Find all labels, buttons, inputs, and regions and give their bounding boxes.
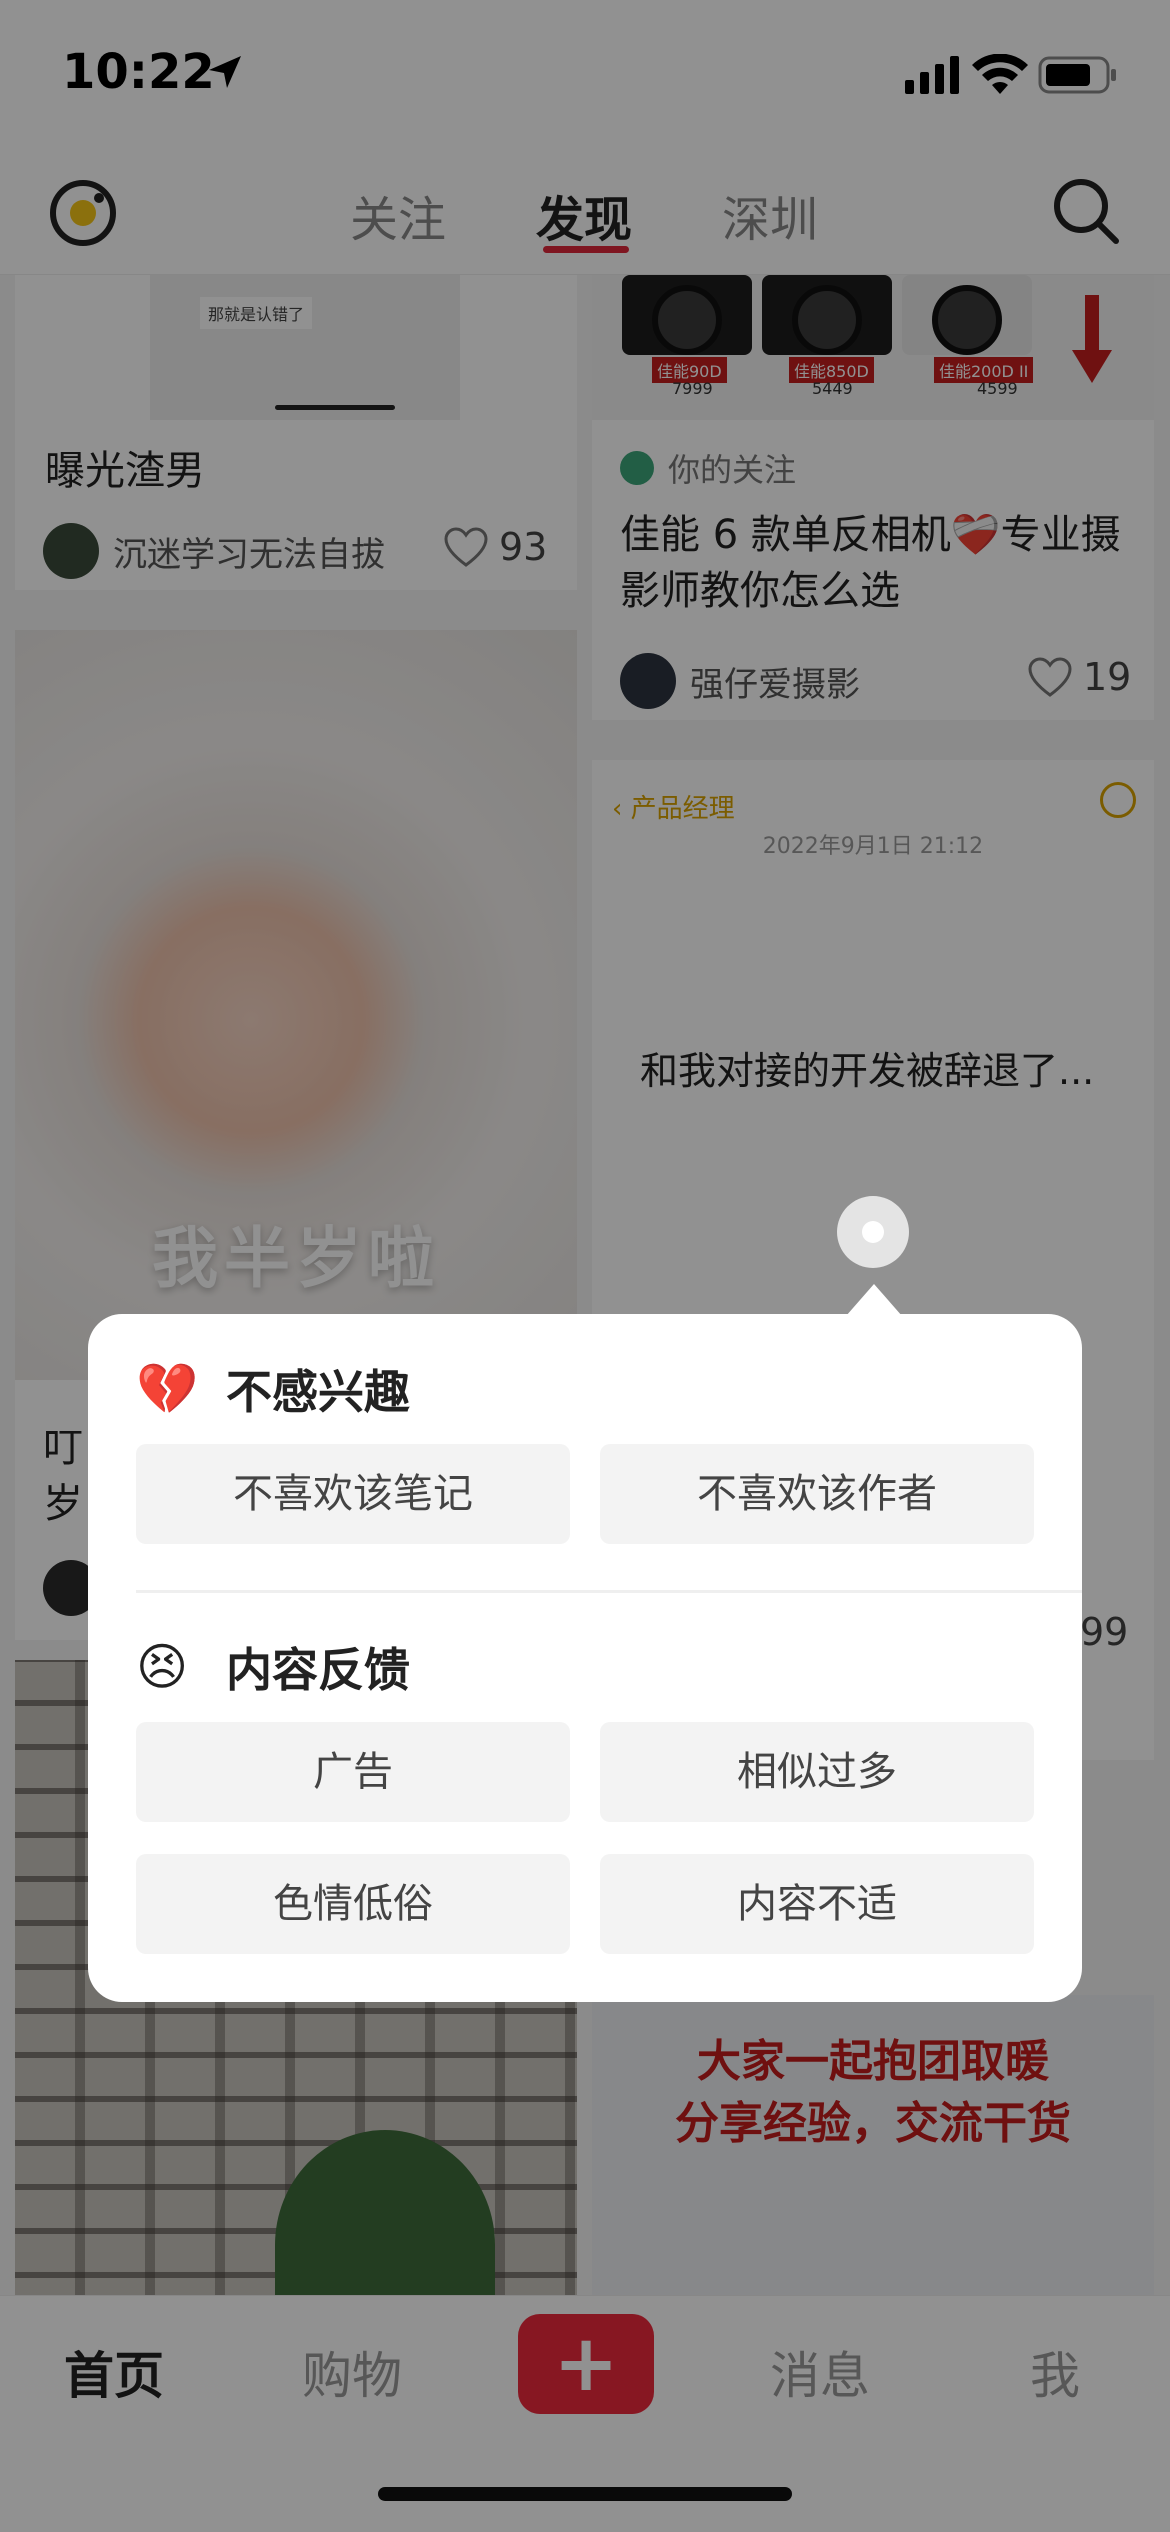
dislike-author-button[interactable]: 不喜欢该作者 [600,1444,1034,1544]
report-inappropriate-button[interactable]: 内容不适 [600,1854,1034,1954]
report-ad-button[interactable]: 广告 [136,1722,570,1822]
section-content-feedback: 😣 内容反馈 [136,1634,410,1700]
section-title: 不感兴趣 [226,1365,410,1419]
dim-overlay[interactable] [0,0,1170,2532]
report-vulgar-button[interactable]: 色情低俗 [136,1854,570,1954]
frustrated-face-icon: 😣 [136,1638,189,1696]
section-not-interested: 💔 不感兴趣 [136,1356,410,1422]
feedback-anchor-icon[interactable] [837,1196,909,1268]
broken-heart-icon: 💔 [136,1360,199,1418]
feedback-popover: 💔 不感兴趣 不喜欢该笔记 不喜欢该作者 😣 内容反馈 广告 相似过多 色情低俗… [88,1314,1082,2002]
popover-arrow [846,1284,902,1316]
dislike-note-button[interactable]: 不喜欢该笔记 [136,1444,570,1544]
report-too-similar-button[interactable]: 相似过多 [600,1722,1034,1822]
section-title: 内容反馈 [226,1643,410,1697]
divider [136,1590,1082,1593]
